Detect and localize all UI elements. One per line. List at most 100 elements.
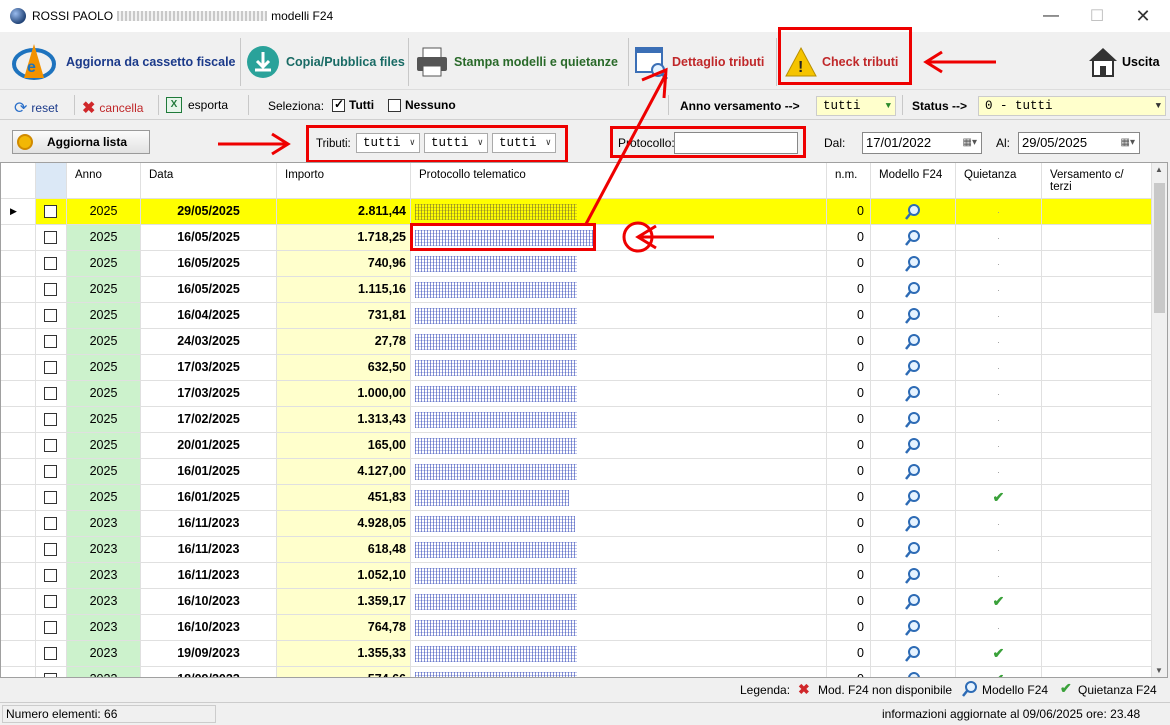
cancella-button[interactable]: ✖ cancella xyxy=(82,98,143,118)
row-header[interactable] xyxy=(1,537,36,563)
modello-cell[interactable] xyxy=(871,277,956,303)
row-header[interactable] xyxy=(1,615,36,641)
aggiorna-cassetto-button[interactable]: e Aggiorna da cassetto fiscale xyxy=(10,34,236,90)
status-select[interactable]: 0 - tutti ▼ xyxy=(978,96,1166,116)
row-select-cell[interactable] xyxy=(36,199,67,225)
quietanza-cell[interactable]: · xyxy=(956,277,1042,303)
scroll-up-icon[interactable]: ▲ xyxy=(1155,165,1163,174)
row-select-cell[interactable] xyxy=(36,277,67,303)
row-header[interactable] xyxy=(1,641,36,667)
esporta-button[interactable]: X esporta xyxy=(166,97,228,113)
magnifier-icon[interactable] xyxy=(905,568,921,584)
modello-cell[interactable] xyxy=(871,563,956,589)
row-header[interactable] xyxy=(1,485,36,511)
col-anno[interactable]: Anno xyxy=(67,163,141,199)
table-row[interactable]: 2023 16/10/2023 1.359,17 0 ✔ xyxy=(1,589,1153,615)
row-checkbox[interactable] xyxy=(44,595,57,608)
magnifier-icon[interactable] xyxy=(905,282,921,298)
magnifier-icon[interactable] xyxy=(905,230,921,246)
magnifier-icon[interactable] xyxy=(905,542,921,558)
select-none-checkbox[interactable]: Nessuno xyxy=(388,98,456,112)
quietanza-cell[interactable]: · xyxy=(956,355,1042,381)
modello-cell[interactable] xyxy=(871,459,956,485)
magnifier-icon[interactable] xyxy=(905,256,921,272)
table-row[interactable]: 2025 16/05/2025 1.115,16 0 · xyxy=(1,277,1153,303)
table-row[interactable]: 2023 19/09/2023 1.355,33 0 ✔ xyxy=(1,641,1153,667)
quietanza-cell[interactable]: · xyxy=(956,225,1042,251)
row-checkbox[interactable] xyxy=(44,231,57,244)
row-header[interactable] xyxy=(1,303,36,329)
table-row[interactable]: 202318/09/2023574,66 0 ✔ xyxy=(1,667,1153,677)
table-row[interactable]: 2025 16/04/2025 731,81 0 · xyxy=(1,303,1153,329)
tributi-select-1[interactable]: tutti ∨ xyxy=(356,133,420,153)
table-row[interactable]: 2025 16/01/2025 451,83 0 ✔ xyxy=(1,485,1153,511)
quietanza-cell[interactable]: · xyxy=(956,563,1042,589)
scrollbar-thumb[interactable] xyxy=(1154,183,1165,313)
checkmark-icon[interactable]: ✔ xyxy=(993,489,1005,505)
modello-cell[interactable] xyxy=(871,485,956,511)
magnifier-icon[interactable] xyxy=(905,386,921,402)
quietanza-cell[interactable]: ✔ xyxy=(956,641,1042,667)
quietanza-cell[interactable]: · xyxy=(956,459,1042,485)
row-select-cell[interactable] xyxy=(36,381,67,407)
table-row[interactable]: 2025 20/01/2025 165,00 0 · xyxy=(1,433,1153,459)
row-checkbox[interactable] xyxy=(44,673,57,677)
quietanza-cell[interactable]: · xyxy=(956,433,1042,459)
row-header[interactable] xyxy=(1,381,36,407)
tributi-select-3[interactable]: tutti ∨ xyxy=(492,133,556,153)
col-importo[interactable]: Importo xyxy=(277,163,411,199)
row-checkbox[interactable] xyxy=(44,335,57,348)
col-versamento-terzi[interactable]: Versamento c/ terzi xyxy=(1042,163,1153,199)
magnifier-icon[interactable] xyxy=(905,204,921,220)
row-select-cell[interactable] xyxy=(36,355,67,381)
row-header[interactable] xyxy=(1,433,36,459)
row-header[interactable] xyxy=(1,329,36,355)
magnifier-icon[interactable] xyxy=(905,620,921,636)
row-checkbox[interactable] xyxy=(44,361,57,374)
quietanza-cell[interactable]: · xyxy=(956,329,1042,355)
row-checkbox[interactable] xyxy=(44,465,57,478)
row-header[interactable] xyxy=(1,355,36,381)
modello-cell[interactable] xyxy=(871,303,956,329)
row-header[interactable] xyxy=(1,225,36,251)
row-header[interactable] xyxy=(1,589,36,615)
row-select-cell[interactable] xyxy=(36,407,67,433)
row-select-cell[interactable] xyxy=(36,615,67,641)
modello-cell[interactable] xyxy=(871,641,956,667)
quietanza-cell[interactable]: · xyxy=(956,511,1042,537)
table-row[interactable]: 2025 24/03/2025 27,78 0 · xyxy=(1,329,1153,355)
row-checkbox[interactable] xyxy=(44,543,57,556)
modello-cell[interactable] xyxy=(871,251,956,277)
magnifier-icon[interactable] xyxy=(905,360,921,376)
col-data[interactable]: Data xyxy=(141,163,277,199)
check-tributi-button[interactable]: ! Check tributi xyxy=(784,34,898,90)
select-column-header[interactable] xyxy=(36,163,67,199)
magnifier-icon[interactable] xyxy=(905,438,921,454)
dal-date-picker[interactable]: 17/01/2022 ▦▾ xyxy=(862,132,982,154)
copia-pubblica-button[interactable]: Copia/Pubblica files xyxy=(246,34,405,90)
table-row[interactable]: 2023 16/11/2023 4.928,05 0 · xyxy=(1,511,1153,537)
row-checkbox[interactable] xyxy=(44,205,57,218)
row-checkbox[interactable] xyxy=(44,283,57,296)
modello-cell[interactable] xyxy=(871,225,956,251)
row-checkbox[interactable] xyxy=(44,517,57,530)
row-select-cell[interactable] xyxy=(36,667,67,677)
modello-cell[interactable] xyxy=(871,511,956,537)
modello-cell[interactable] xyxy=(871,199,956,225)
quietanza-cell[interactable]: · xyxy=(956,381,1042,407)
table-row[interactable]: 2023 16/10/2023 764,78 0 · xyxy=(1,615,1153,641)
col-nm[interactable]: n.m. xyxy=(827,163,871,199)
row-checkbox[interactable] xyxy=(44,647,57,660)
quietanza-cell[interactable]: ✔ xyxy=(956,667,1042,677)
quietanza-cell[interactable]: · xyxy=(956,303,1042,329)
al-date-picker[interactable]: 29/05/2025 ▦▾ xyxy=(1018,132,1140,154)
magnifier-icon[interactable] xyxy=(905,594,921,610)
modello-cell[interactable] xyxy=(871,615,956,641)
magnifier-icon[interactable] xyxy=(905,516,921,532)
row-checkbox[interactable] xyxy=(44,439,57,452)
magnifier-icon[interactable] xyxy=(905,412,921,428)
row-select-cell[interactable] xyxy=(36,433,67,459)
row-header[interactable] xyxy=(1,511,36,537)
row-checkbox[interactable] xyxy=(44,569,57,582)
row-checkbox[interactable] xyxy=(44,309,57,322)
